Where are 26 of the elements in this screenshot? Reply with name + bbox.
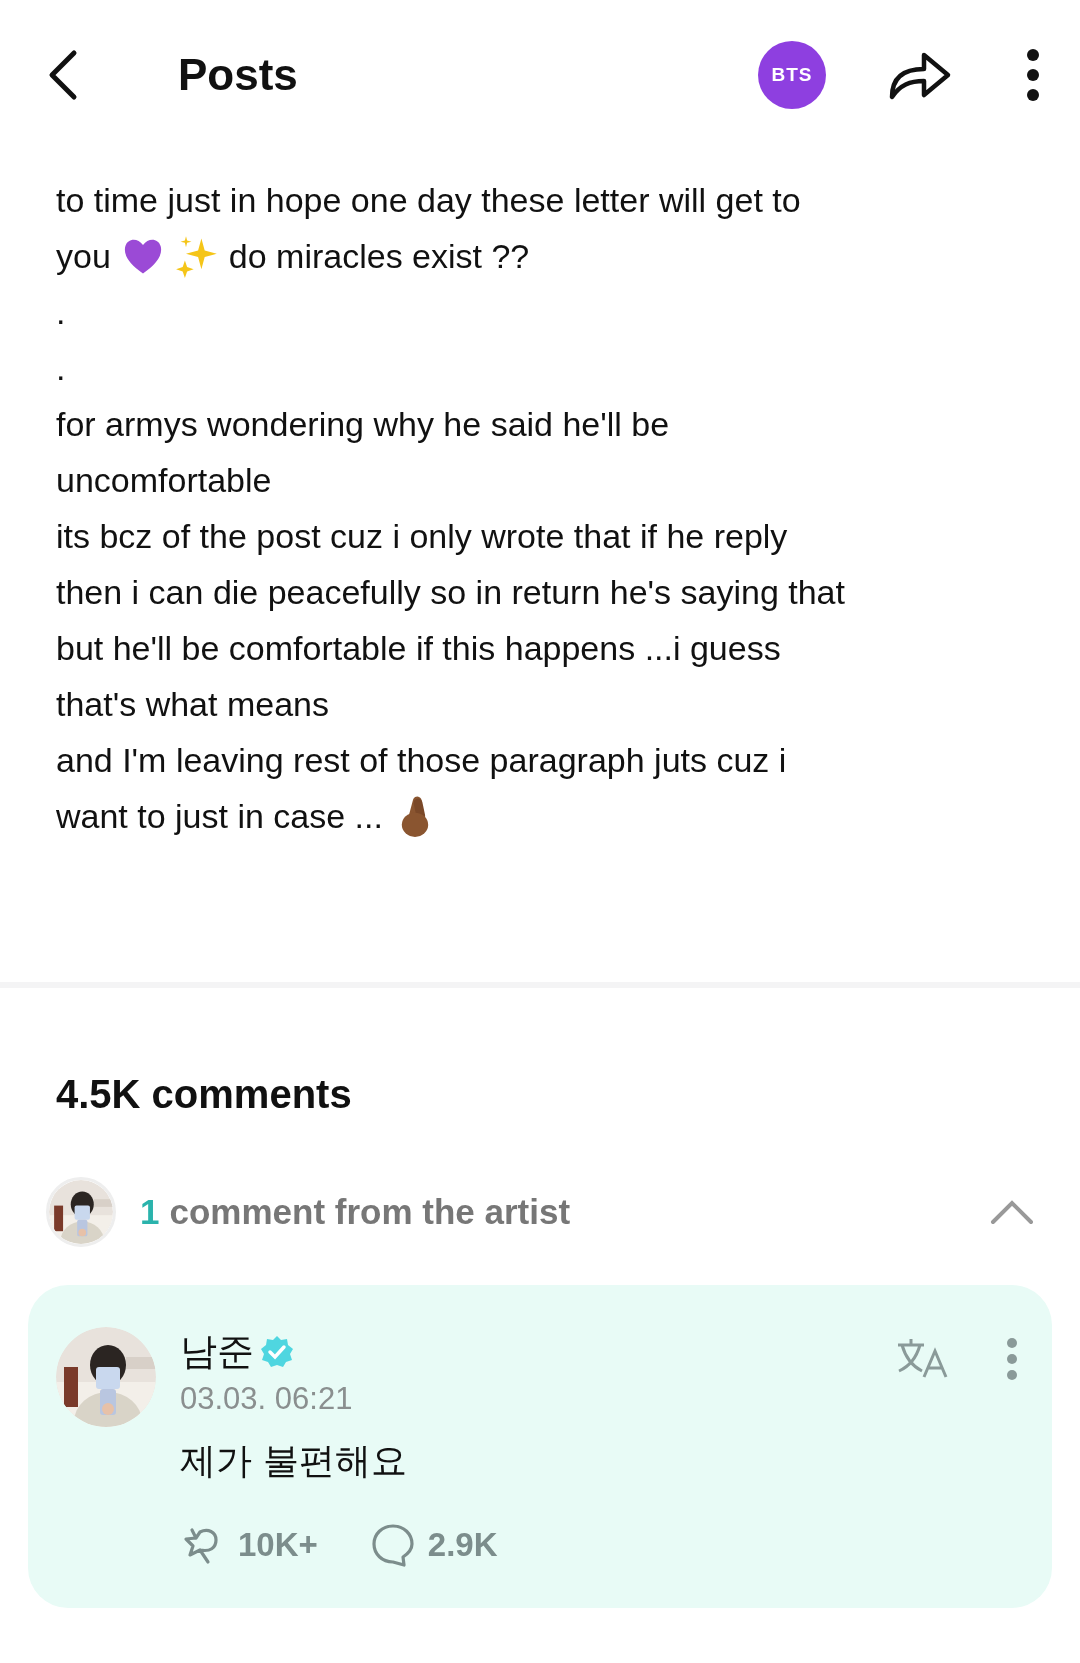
comment-icon[interactable] [369, 1522, 416, 1568]
post-text: . [56, 348, 66, 388]
post-text: uncomfortable [56, 460, 272, 500]
post-text: then i can die peacefully so in return he's saying that [56, 572, 845, 612]
comment-author[interactable]: 남준 [180, 1327, 254, 1377]
chevron-up-icon[interactable] [990, 1199, 1034, 1225]
post-text: to time just in hope one day these letter will get to [56, 180, 801, 220]
like-count: 10K+ [238, 1526, 318, 1564]
reply-count: 2.9K [427, 1526, 498, 1564]
post-text: its bcz of the post cuz i only wrote that if he reply [56, 516, 788, 556]
post-text: . [56, 292, 66, 332]
post-text: for armys wondering why he said he'll be [56, 404, 670, 444]
comments-count: 4.5K comments [55, 1071, 353, 1117]
post-text: do miracles exist ?? [228, 236, 530, 276]
comment-text: 제가 불편해요 [180, 1439, 409, 1483]
more-icon[interactable] [1026, 48, 1040, 102]
post-text: want to just in case ... [56, 796, 383, 836]
page-title: Posts [178, 50, 299, 100]
post-text: you [56, 236, 111, 276]
community-badge[interactable]: BTS [758, 41, 826, 109]
artist-comment-label[interactable]: 1 comment from the artist [140, 1192, 990, 1232]
post-text: that's what means [56, 684, 329, 724]
post-text: but he'll be comfortable if this happens ...i guess [56, 628, 781, 668]
translate-icon[interactable] [896, 1337, 950, 1379]
comment-time: 03.03. 06:21 [180, 1381, 354, 1417]
post-text: and I'm leaving rest of those paragraph juts cuz i [56, 740, 787, 780]
